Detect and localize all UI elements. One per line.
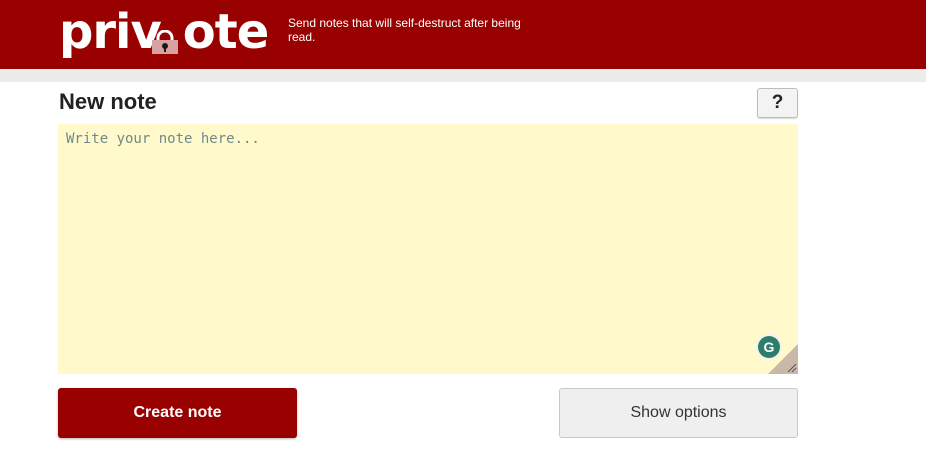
logo-text-left: priv	[59, 4, 162, 60]
page-title: New note	[59, 89, 157, 114]
show-options-button[interactable]: Show options	[559, 388, 798, 438]
site-header: priv ote Send notes that will self-destru…	[0, 0, 926, 69]
help-button[interactable]: ?	[757, 88, 798, 118]
create-note-button[interactable]: Create note	[58, 388, 297, 438]
note-textarea[interactable]	[58, 124, 798, 374]
resize-handle-icon[interactable]	[768, 344, 798, 374]
lock-icon	[152, 30, 178, 54]
logo-text-right: ote	[182, 4, 269, 60]
tagline: Send notes that will self-destruct after…	[288, 16, 521, 44]
header-shadow-band	[0, 69, 926, 82]
